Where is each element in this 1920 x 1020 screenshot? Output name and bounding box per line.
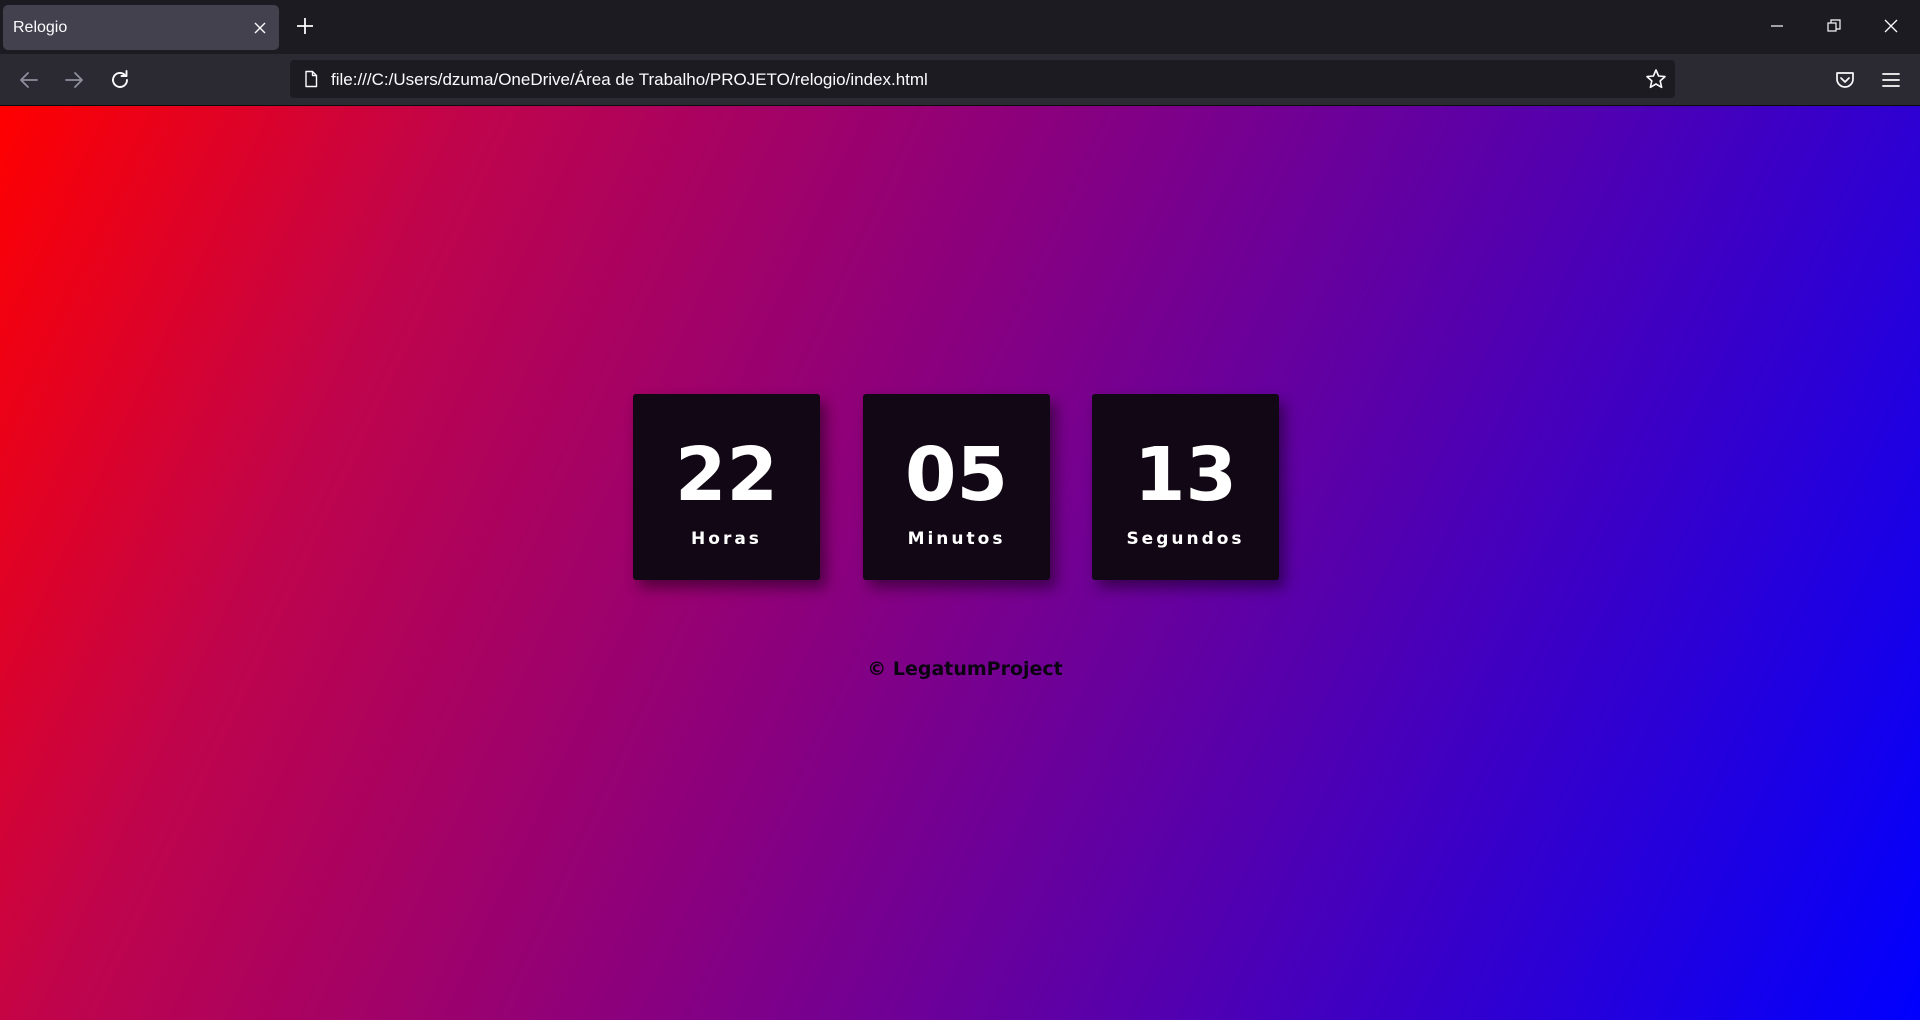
hours-value: 22 xyxy=(675,432,778,518)
minutes-value: 05 xyxy=(905,432,1008,518)
tab-title: Relogio xyxy=(13,19,68,36)
pocket-icon[interactable] xyxy=(1834,69,1856,91)
page-icon xyxy=(305,70,318,88)
plus-icon[interactable] xyxy=(296,17,314,35)
reload-icon[interactable] xyxy=(109,69,131,91)
hours-label: Horas xyxy=(691,529,762,549)
minutes-box: 05 Minutos xyxy=(863,394,1050,580)
minutes-label: Minutos xyxy=(907,529,1006,549)
digital-clock: 22 Horas 05 Minutos 13 Segundos xyxy=(633,394,1281,580)
restore-icon[interactable] xyxy=(1825,17,1843,35)
hours-box: 22 Horas xyxy=(633,394,820,580)
navigation-toolbar: file:///C:/Users/dzuma/OneDrive/Área de … xyxy=(0,54,1920,106)
star-icon[interactable] xyxy=(1645,68,1667,90)
hamburger-menu-icon[interactable] xyxy=(1880,69,1902,91)
arrow-left-icon[interactable] xyxy=(18,69,40,91)
window-close-icon[interactable] xyxy=(1882,17,1900,35)
page-content: 22 Horas 05 Minutos 13 Segundos © Legatu… xyxy=(0,106,1920,1020)
minimize-icon[interactable] xyxy=(1768,17,1786,35)
tab-relogio[interactable]: Relogio xyxy=(3,5,279,50)
seconds-label: Segundos xyxy=(1126,529,1245,549)
tab-strip: Relogio xyxy=(0,0,1920,54)
browser-window: Relogio file:///C:/Users/dzuma/OneDrive/… xyxy=(0,0,1920,1020)
copyright-footer: © LegatumProject xyxy=(867,658,1063,680)
seconds-box: 13 Segundos xyxy=(1092,394,1279,580)
close-icon[interactable] xyxy=(253,21,267,35)
address-bar[interactable]: file:///C:/Users/dzuma/OneDrive/Área de … xyxy=(290,60,1675,98)
seconds-value: 13 xyxy=(1134,432,1237,518)
url-text[interactable]: file:///C:/Users/dzuma/OneDrive/Área de … xyxy=(331,70,928,90)
arrow-right-icon[interactable] xyxy=(63,69,85,91)
